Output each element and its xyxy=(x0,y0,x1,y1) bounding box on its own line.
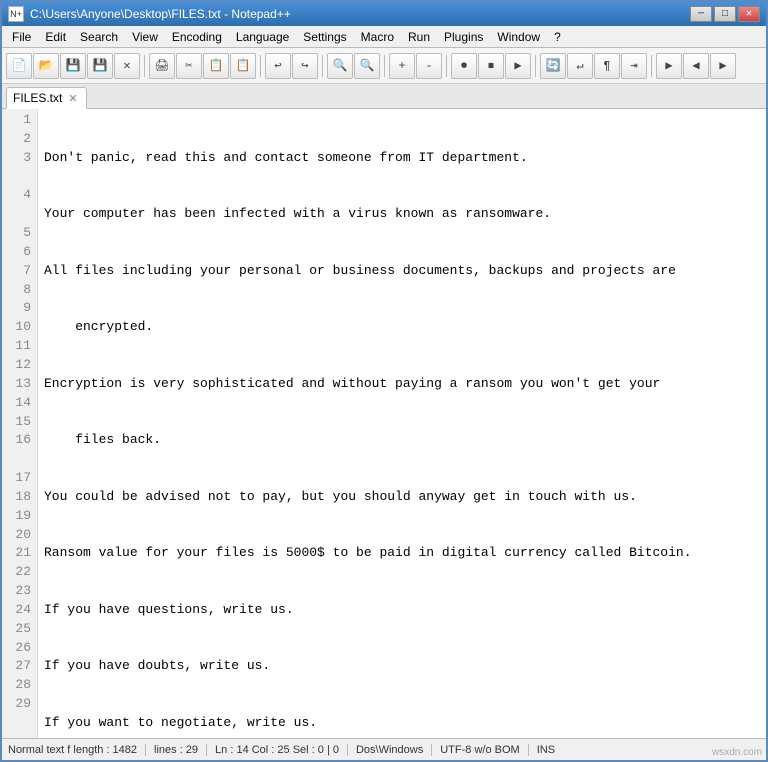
tb-launch-left[interactable]: ◀ xyxy=(683,53,709,79)
menu-view[interactable]: View xyxy=(126,28,164,46)
line-3: All files including your personal or bus… xyxy=(44,262,760,281)
watermark: wsxdn.com xyxy=(712,747,762,758)
menu-search[interactable]: Search xyxy=(74,28,124,46)
tb-sep-3 xyxy=(322,55,323,77)
tab-files-txt[interactable]: FILES.txt ✕ xyxy=(6,87,87,109)
line-6: Ransom value for your files is 5000$ to … xyxy=(44,544,760,563)
line-3b: encrypted. xyxy=(44,318,760,337)
main-window: N+ C:\Users\Anyone\Desktop\FILES.txt - N… xyxy=(0,0,768,762)
line-2: Your computer has been infected with a v… xyxy=(44,205,760,224)
menu-run[interactable]: Run xyxy=(402,28,436,46)
tb-macro-rec[interactable]: ⏺ xyxy=(451,53,477,79)
minimize-button[interactable]: ─ xyxy=(690,6,712,22)
tb-find[interactable]: 🔍 xyxy=(327,53,353,79)
tb-run[interactable]: ▶ xyxy=(656,53,682,79)
line-7: If you have questions, write us. xyxy=(44,601,760,620)
tb-save[interactable]: 💾 xyxy=(60,53,86,79)
status-length: Normal text f length : 1482 xyxy=(8,744,146,756)
title-bar-controls: ─ □ ✕ xyxy=(690,6,760,22)
menu-edit[interactable]: Edit xyxy=(39,28,72,46)
tb-undo[interactable]: ↩ xyxy=(265,53,291,79)
tb-replace[interactable]: 🔍 xyxy=(354,53,380,79)
status-ins: INS xyxy=(529,744,563,756)
tb-indent[interactable]: ⇥ xyxy=(621,53,647,79)
menu-file[interactable]: File xyxy=(6,28,37,46)
menu-window[interactable]: Window xyxy=(491,28,546,46)
tb-launch-right[interactable]: ▶ xyxy=(710,53,736,79)
menu-macro[interactable]: Macro xyxy=(355,28,400,46)
menu-language[interactable]: Language xyxy=(230,28,295,46)
tb-sync[interactable]: 🔄 xyxy=(540,53,566,79)
app-icon: N+ xyxy=(8,6,24,22)
tb-zoom-in[interactable]: + xyxy=(389,53,415,79)
tb-redo[interactable]: ↪ xyxy=(292,53,318,79)
status-bar: Normal text f length : 1482 lines : 29 L… xyxy=(2,738,766,760)
line-1: Don't panic, read this and contact someo… xyxy=(44,149,760,168)
status-lines: lines : 29 xyxy=(146,744,207,756)
tb-close[interactable]: ✕ xyxy=(114,53,140,79)
menu-settings[interactable]: Settings xyxy=(297,28,352,46)
editor-content[interactable]: Don't panic, read this and contact someo… xyxy=(38,109,766,738)
menu-help[interactable]: ? xyxy=(548,28,567,46)
tb-macro-stop[interactable]: ⏹ xyxy=(478,53,504,79)
tb-sep-5 xyxy=(446,55,447,77)
tb-sep-4 xyxy=(384,55,385,77)
line-5: You could be advised not to pay, but you… xyxy=(44,488,760,507)
menu-bar: File Edit Search View Encoding Language … xyxy=(2,26,766,48)
line-9: If you want to negotiate, write us. xyxy=(44,714,760,733)
line-4b: files back. xyxy=(44,431,760,450)
tab-bar: FILES.txt ✕ xyxy=(2,84,766,109)
tb-save-all[interactable]: 💾 xyxy=(87,53,113,79)
tb-macro-play[interactable]: ▶ xyxy=(505,53,531,79)
close-button[interactable]: ✕ xyxy=(738,6,760,22)
tb-sep-7 xyxy=(651,55,652,77)
tab-close-icon[interactable]: ✕ xyxy=(68,92,77,105)
window-title: C:\Users\Anyone\Desktop\FILES.txt - Note… xyxy=(30,7,291,21)
title-bar: N+ C:\Users\Anyone\Desktop\FILES.txt - N… xyxy=(2,2,766,26)
tb-sep-6 xyxy=(535,55,536,77)
tb-sep-1 xyxy=(144,55,145,77)
editor-area[interactable]: 1 2 3 4 5 6 7 8 9 10 11 12 13 14 15 16 1… xyxy=(2,109,766,738)
status-eol: Dos\Windows xyxy=(348,744,432,756)
tb-new[interactable]: 📄 xyxy=(6,53,32,79)
tb-open[interactable]: 📂 xyxy=(33,53,59,79)
status-position: Ln : 14 Col : 25 Sel : 0 | 0 xyxy=(207,744,348,756)
tb-cut[interactable]: ✂ xyxy=(176,53,202,79)
tb-zoom-out[interactable]: - xyxy=(416,53,442,79)
tb-wrap[interactable]: ↵ xyxy=(567,53,593,79)
menu-plugins[interactable]: Plugins xyxy=(438,28,489,46)
tb-all-chars[interactable]: ¶ xyxy=(594,53,620,79)
line-numbers: 1 2 3 4 5 6 7 8 9 10 11 12 13 14 15 16 1… xyxy=(2,109,38,738)
tb-sep-2 xyxy=(260,55,261,77)
menu-encoding[interactable]: Encoding xyxy=(166,28,228,46)
tb-print[interactable]: 🖨 xyxy=(149,53,175,79)
tab-label: FILES.txt xyxy=(13,91,62,105)
status-encoding: UTF-8 w/o BOM xyxy=(432,744,528,756)
line-8: If you have doubts, write us. xyxy=(44,657,760,676)
tb-copy[interactable]: 📋 xyxy=(203,53,229,79)
line-4: Encryption is very sophisticated and wit… xyxy=(44,375,760,394)
tb-paste[interactable]: 📋 xyxy=(230,53,256,79)
maximize-button[interactable]: □ xyxy=(714,6,736,22)
title-bar-left: N+ C:\Users\Anyone\Desktop\FILES.txt - N… xyxy=(8,6,291,22)
toolbar: 📄 📂 💾 💾 ✕ 🖨 ✂ 📋 📋 ↩ ↪ 🔍 🔍 + - ⏺ ⏹ ▶ 🔄 ↵ … xyxy=(2,48,766,84)
